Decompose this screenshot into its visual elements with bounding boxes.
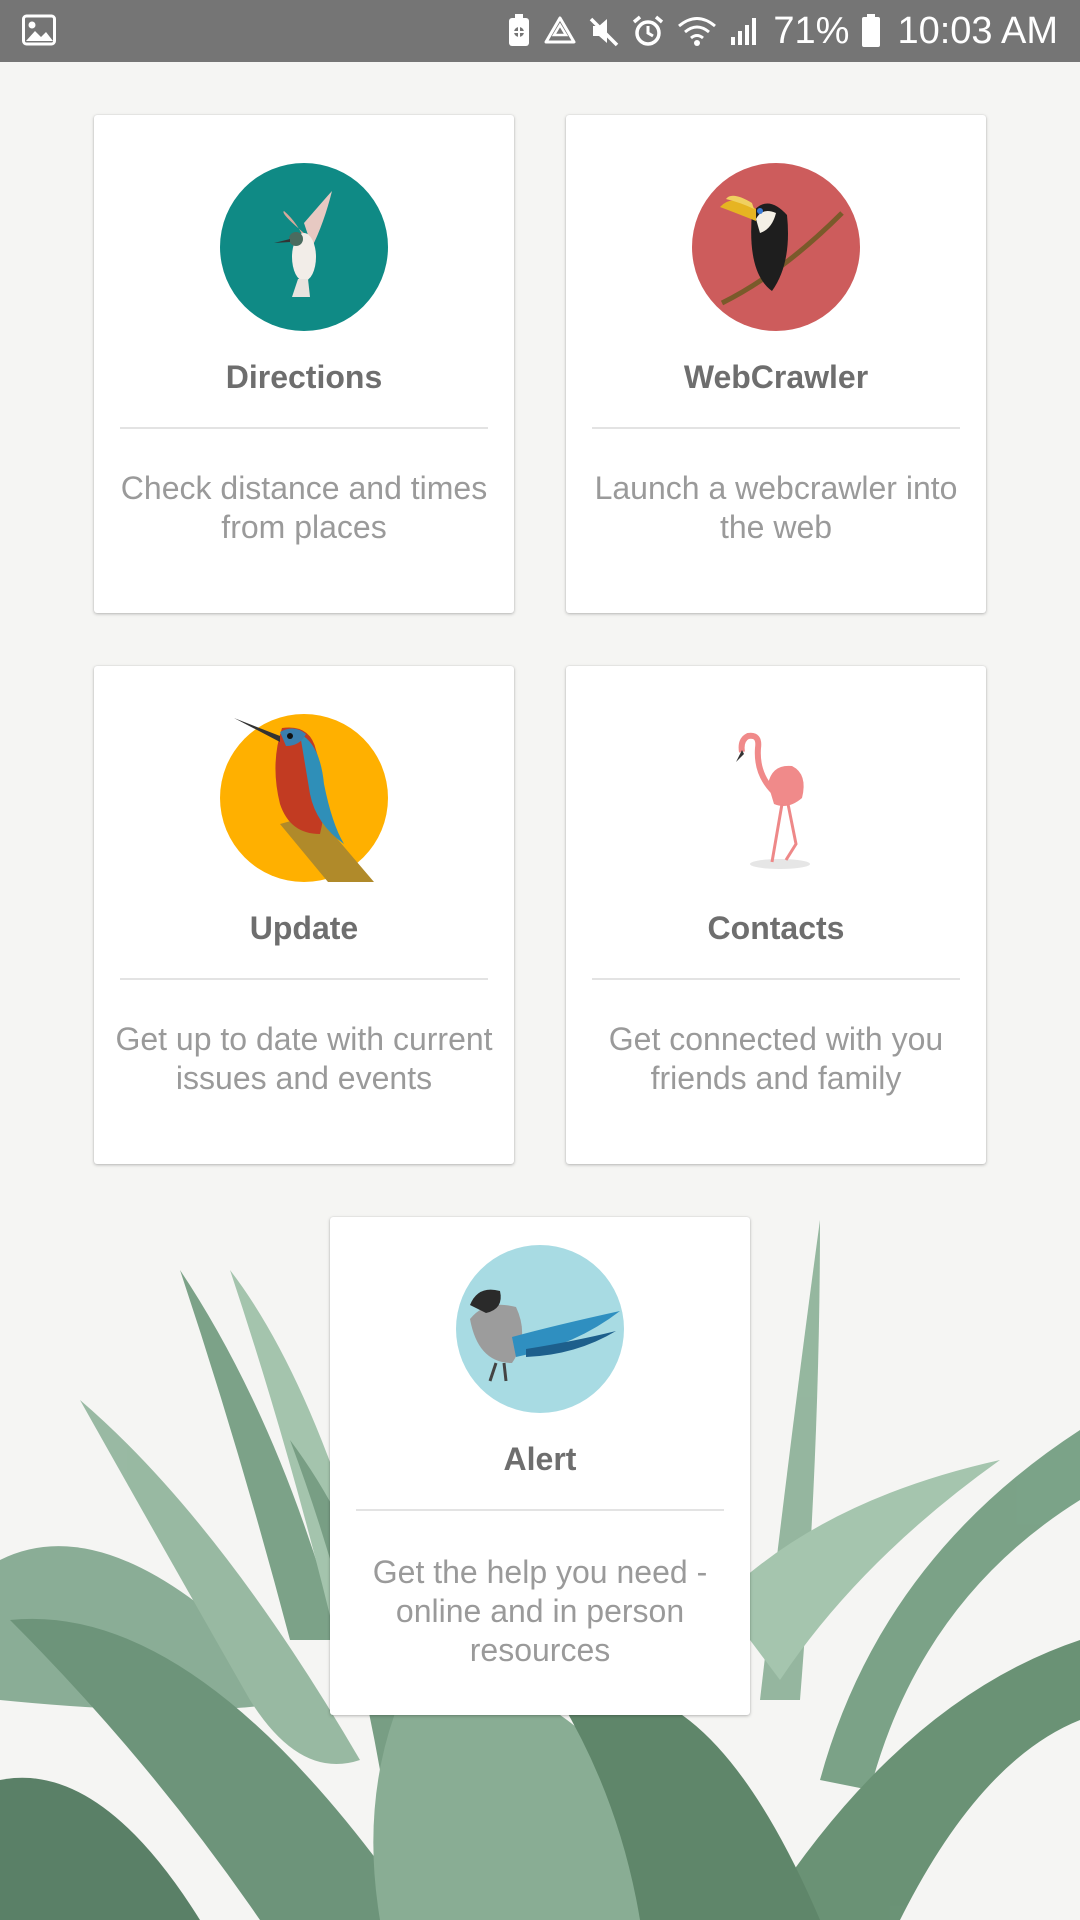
card-divider [356, 1509, 724, 1511]
card-directions[interactable]: Directions Check distance and times from… [94, 115, 514, 613]
magpie-icon [456, 1245, 624, 1413]
card-description: Get the help you need - online and in pe… [372, 1554, 708, 1668]
kingfisher-icon [220, 714, 388, 882]
card-title: WebCrawler [683, 359, 869, 395]
card-webcrawler[interactable]: WebCrawler Launch a webcrawler into the … [566, 115, 986, 613]
card-divider [592, 978, 960, 980]
card-alert[interactable]: Alert Get the help you need - online and… [330, 1217, 750, 1715]
card-title: Alert [503, 1441, 577, 1477]
card-title: Contacts [707, 910, 845, 946]
card-title: Directions [225, 359, 383, 395]
hummingbird-icon [220, 163, 388, 331]
card-divider [120, 427, 488, 429]
card-update[interactable]: Update Get up to date with current issue… [94, 666, 514, 1164]
flamingo-icon [736, 732, 810, 869]
card-title: Update [249, 910, 359, 946]
card-divider [120, 978, 488, 980]
card-divider [592, 427, 960, 429]
card-description: Launch a webcrawler into the web [594, 470, 958, 545]
card-description: Get connected with you friends and famil… [608, 1021, 944, 1096]
card-description: Get up to date with current issues and e… [115, 1021, 493, 1096]
card-description: Check distance and times from places [120, 470, 488, 545]
card-contacts[interactable]: Contacts Get connected with you friends … [566, 666, 986, 1164]
toucan-icon [692, 163, 860, 331]
